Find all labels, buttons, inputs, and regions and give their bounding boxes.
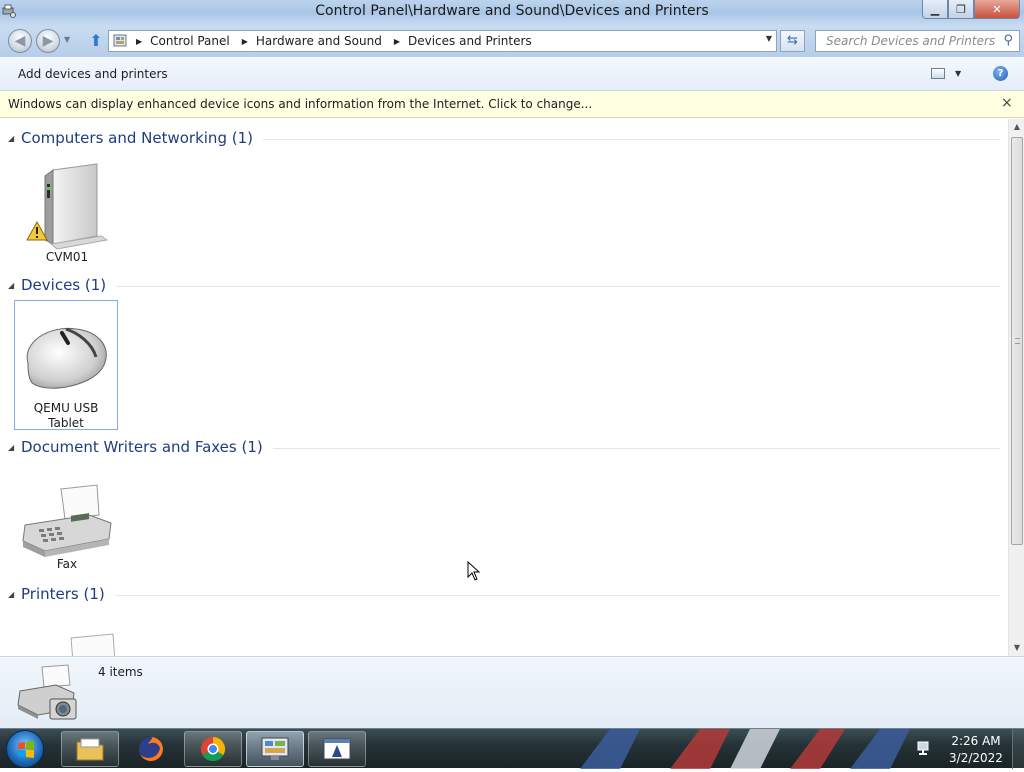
start-button[interactable] <box>6 730 44 768</box>
taskbar: 2:26 AM 3/2/2022 <box>0 728 1024 769</box>
fax-icon <box>22 484 112 557</box>
navigation-bar: ◀ ▶ ▼ ⬆ ▶ Control Panel ▶ Hardware and S… <box>0 25 1024 57</box>
recent-pages-dropdown[interactable]: ▼ <box>64 35 70 44</box>
taskbar-control-panel[interactable] <box>246 731 304 767</box>
title-bar: Control Panel\Hardware and Sound\Devices… <box>0 0 1024 25</box>
window-title: Control Panel\Hardware and Sound\Devices… <box>315 3 709 19</box>
chevron-right-icon[interactable]: ▶ <box>242 37 248 46</box>
group-title: Devices (1) <box>21 276 107 294</box>
scroll-thumb[interactable] <box>1011 137 1023 545</box>
group-header[interactable]: ◢ Document Writers and Faxes (1) <box>0 437 1000 457</box>
chevron-right-icon[interactable]: ▶ <box>394 37 400 46</box>
printer-icon <box>70 633 115 656</box>
computer-tower-icon <box>26 163 109 250</box>
group-divider <box>262 138 1000 140</box>
restore-button[interactable]: ❐ <box>948 0 974 19</box>
forward-arrow-icon: ▶ <box>42 33 54 49</box>
device-window-icon <box>323 738 351 760</box>
device-label: QEMU USB Tablet <box>33 401 99 430</box>
forward-button[interactable]: ▶ <box>36 29 60 53</box>
breadcrumb-hardware-and-sound[interactable]: Hardware and Sound <box>256 34 382 48</box>
taskbar-chrome[interactable] <box>184 731 242 767</box>
back-button[interactable]: ◀ <box>8 29 32 53</box>
warning-icon <box>26 220 48 241</box>
mouse-icon <box>26 327 107 389</box>
collapse-icon[interactable]: ◢ <box>8 134 20 143</box>
scroll-down-icon[interactable]: ▼ <box>1009 640 1024 656</box>
clock-date[interactable]: 3/2/2022 <box>946 751 1006 765</box>
search-input[interactable]: Search Devices and Printers ⚲ <box>815 30 1020 52</box>
help-icon[interactable]: ? <box>993 66 1008 81</box>
group-title: Document Writers and Faxes (1) <box>21 438 263 456</box>
device-label: Fax <box>56 557 78 571</box>
group-header[interactable]: ◢ Computers and Networking (1) <box>0 128 1000 148</box>
close-button[interactable]: ✕ <box>974 0 1020 19</box>
device-label: CVM01 <box>45 250 89 264</box>
group-title: Computers and Networking (1) <box>21 129 253 147</box>
chevron-right-icon[interactable]: ▶ <box>136 37 142 46</box>
collapse-icon[interactable]: ◢ <box>8 590 20 599</box>
view-dropdown-icon[interactable]: ▼ <box>955 69 961 78</box>
close-icon: ✕ <box>992 2 1002 16</box>
add-devices-button[interactable]: Add devices and printers <box>18 67 168 81</box>
group-divider <box>114 594 1000 596</box>
device-tile-selected[interactable]: QEMU USB Tablet <box>14 300 118 430</box>
grip-icon <box>1015 338 1020 344</box>
windows-logo-icon <box>18 741 34 758</box>
taskbar-explorer[interactable] <box>61 731 119 767</box>
mouse-cursor-icon <box>467 561 481 581</box>
restore-icon: ❐ <box>956 2 966 16</box>
system-tray: 2:26 AM 3/2/2022 <box>910 729 1024 769</box>
up-arrow-icon[interactable]: ⬆ <box>87 32 105 50</box>
device-tile[interactable] <box>15 632 119 656</box>
file-explorer-icon <box>76 738 104 761</box>
taskbar-firefox[interactable] <box>122 731 180 767</box>
device-tile[interactable]: Fax <box>15 481 119 581</box>
info-bar-message[interactable]: Windows can display enhanced device icon… <box>8 97 592 111</box>
info-bar[interactable]: Windows can display enhanced device icon… <box>0 91 1024 118</box>
show-desktop-button[interactable] <box>1012 729 1024 769</box>
clock-time[interactable]: 2:26 AM <box>946 734 1006 748</box>
minimize-icon: ▁ <box>930 2 940 16</box>
refresh-button[interactable]: ⇆ <box>780 30 805 52</box>
refresh-icon: ⇆ <box>787 33 798 48</box>
address-bar[interactable]: ▶ Control Panel ▶ Hardware and Sound ▶ D… <box>108 30 777 52</box>
search-icon[interactable]: ⚲ <box>1003 33 1013 48</box>
back-arrow-icon: ◀ <box>14 33 26 49</box>
group-divider <box>116 285 1000 287</box>
vertical-scrollbar[interactable]: ▲ ▼ <box>1008 119 1024 656</box>
group-header[interactable]: ◢ Devices (1) <box>0 275 1000 295</box>
group-title: Printers (1) <box>21 585 105 603</box>
search-placeholder: Search Devices and Printers <box>826 34 996 48</box>
breadcrumb-control-panel[interactable]: Control Panel <box>150 34 230 48</box>
breadcrumb-devices-and-printers[interactable]: Devices and Printers <box>408 34 532 48</box>
scroll-up-icon[interactable]: ▲ <box>1009 119 1024 135</box>
minimize-button[interactable]: ▁ <box>922 0 948 19</box>
printer-camera-icon <box>17 664 77 720</box>
breadcrumb: ▶ Control Panel ▶ Hardware and Sound ▶ D… <box>130 34 532 48</box>
firefox-icon <box>139 737 163 761</box>
details-pane: 4 items <box>0 656 1024 728</box>
collapse-icon[interactable]: ◢ <box>8 281 20 290</box>
change-view-icon[interactable] <box>931 68 945 79</box>
wallpaper-peek <box>580 729 910 769</box>
device-tile[interactable]: CVM01 <box>15 154 119 264</box>
item-count: 4 items <box>98 665 143 679</box>
taskbar-window[interactable] <box>308 731 366 767</box>
device-list: ◢ Computers and Networking (1) CVM01 ◢ D… <box>0 119 1008 656</box>
info-bar-close-icon[interactable]: × <box>1001 95 1013 111</box>
control-panel-icon <box>261 737 289 760</box>
group-header[interactable]: ◢ Printers (1) <box>0 584 1000 604</box>
network-icon[interactable] <box>916 740 934 756</box>
command-bar: Add devices and printers ▼ ? <box>0 57 1024 91</box>
address-dropdown-icon[interactable]: ▼ <box>766 34 772 43</box>
group-divider <box>272 447 1000 449</box>
control-panel-icon <box>113 34 127 47</box>
collapse-icon[interactable]: ◢ <box>8 443 20 452</box>
chrome-icon <box>200 737 226 762</box>
